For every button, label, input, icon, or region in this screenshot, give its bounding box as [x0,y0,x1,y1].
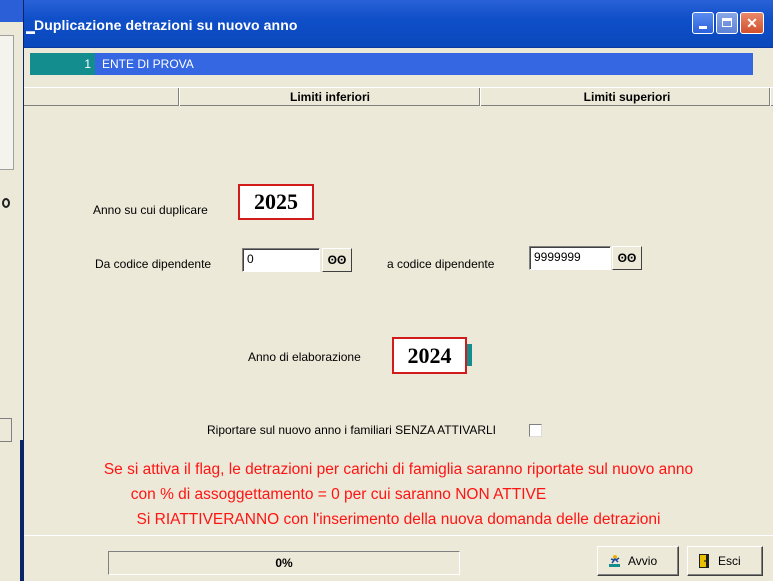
column-separator[interactable] [479,88,481,106]
from-code-input[interactable]: 0 [242,248,320,272]
note-line-2: con % di assoggettamento = 0 per cui sar… [130,486,547,503]
processing-year-input[interactable]: 2024 [392,337,467,374]
binoculars-icon: ʘʘ [327,253,347,267]
background-window-ring [2,198,10,208]
close-icon: ✕ [746,15,758,31]
to-code-input[interactable]: 9999999 [529,246,611,270]
start-button[interactable]: Avvio [597,546,679,576]
binoculars-icon: ʘʘ [617,251,637,265]
progress-bar: 0% [108,551,460,575]
column-header: Limiti inferiori Limiti superiori [24,87,773,106]
start-button-label: Avvio [628,554,658,568]
maximize-icon [722,18,732,27]
from-code-label: Da codice dipendente [95,257,212,271]
run-icon [609,555,620,567]
column-lower-limits: Limiti inferiori [289,90,370,104]
entity-name: ENTE DI PROVA [102,57,194,71]
entity-code: 1 [30,53,95,75]
close-button[interactable]: ✕ [740,12,764,34]
exit-door-icon [699,554,709,568]
carry-family-label: Riportare sul nuovo anno i familiari SEN… [207,423,497,437]
background-window-button [0,418,12,442]
column-upper-limits: Limiti superiori [583,90,671,104]
window-title: Duplicazione detrazioni su nuovo anno [34,17,298,33]
exit-button-label: Esci [718,554,741,568]
entity-bar: 1 ENTE DI PROVA [30,53,753,75]
note-line-1: Se si attiva il flag, le detrazioni per … [103,461,694,478]
processing-year-label: Anno di elaborazione [248,350,361,364]
titlebar[interactable]: ▬ Duplicazione detrazioni su nuovo anno … [24,0,773,48]
target-year-label: Anno su cui duplicare [93,203,208,217]
main-window: ▬ Duplicazione detrazioni su nuovo anno … [24,0,773,581]
background-window-panel [0,35,14,170]
from-code-lookup-button[interactable]: ʘʘ [322,248,352,272]
target-year-input[interactable]: 2025 [238,184,314,220]
to-code-label: a codice dipendente [387,257,495,271]
column-separator[interactable] [769,88,771,106]
to-code-lookup-button[interactable]: ʘʘ [612,246,642,270]
note-line-3: Si RIATTIVERANNO con l'inserimento della… [136,511,661,528]
exit-button[interactable]: Esci [687,546,763,576]
background-window [0,0,26,442]
minimize-button[interactable] [692,12,714,34]
maximize-button[interactable] [716,12,738,34]
processing-year-indicator [467,344,472,366]
background-window-titlebar [0,0,23,22]
minimize-icon [699,26,707,29]
carry-family-checkbox[interactable] [529,424,542,437]
